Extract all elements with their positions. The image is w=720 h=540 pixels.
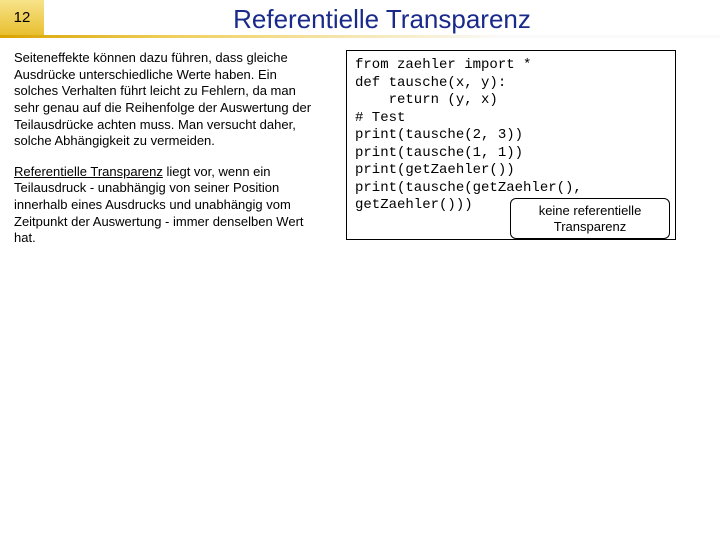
code-line: return (y, x) — [355, 92, 498, 108]
paragraph-1: Seiteneffekte können dazu führen, dass g… — [14, 50, 324, 150]
code-line: from zaehler import * — [355, 57, 531, 73]
slide-number: 12 — [14, 9, 31, 26]
note-box: keine referentielle Transparenz — [510, 198, 670, 239]
rt-term: Referentielle Transparenz — [14, 164, 163, 179]
code-line: print(tausche(1, 1)) — [355, 145, 523, 161]
code-line: print(tausche(getZaehler(), — [355, 180, 582, 196]
paragraph-2: Referentielle Transparenz liegt vor, wen… — [14, 164, 324, 247]
code-line: def tausche(x, y): — [355, 75, 506, 91]
slide-number-box: 12 — [0, 0, 44, 35]
code-line: # Test — [355, 110, 405, 126]
code-line: print(getZaehler()) — [355, 162, 515, 178]
slide-content: Seiteneffekte können dazu führen, dass g… — [0, 38, 720, 261]
slide-title: Referentielle Transparenz — [44, 0, 720, 35]
code-line: getZaehler())) — [355, 197, 473, 213]
right-column: from zaehler import * def tausche(x, y):… — [346, 50, 676, 261]
code-line: print(tausche(2, 3)) — [355, 127, 523, 143]
slide-header: 12 Referentielle Transparenz — [0, 0, 720, 38]
left-column: Seiteneffekte können dazu führen, dass g… — [14, 50, 324, 261]
